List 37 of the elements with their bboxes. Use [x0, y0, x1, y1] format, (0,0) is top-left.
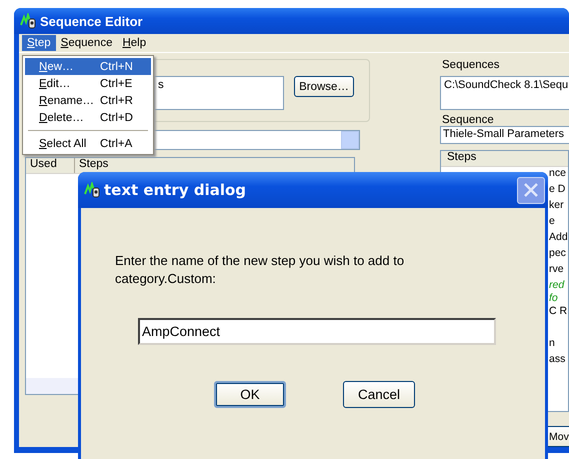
column-header[interactable]: Steps — [441, 151, 568, 167]
shortcut-label: Ctrl+N — [100, 60, 133, 72]
path-field[interactable]: C:\SoundCheck 8.1\Sequ — [440, 76, 569, 110]
close-icon — [522, 181, 540, 199]
app-icon — [84, 182, 100, 198]
close-button[interactable] — [517, 176, 545, 204]
menu-item-label: Delete… — [39, 112, 85, 124]
menu-item-label: Edit… — [39, 78, 72, 90]
sequence-field[interactable]: Thiele-Small Parameters — [440, 126, 569, 144]
shortcut-label: Ctrl+D — [100, 112, 133, 124]
field-label: Sequence — [441, 114, 495, 126]
menu-item[interactable]: Edit… Ctrl+E — [25, 75, 151, 92]
menu-item-label: Select All — [39, 138, 88, 150]
menu-item[interactable]: Rename… Ctrl+R — [25, 92, 151, 109]
shortcut-label: Ctrl+R — [100, 94, 133, 106]
column-header[interactable]: Steps — [75, 158, 354, 173]
ok-button[interactable]: OK — [214, 381, 286, 408]
menu-item-label: Rename… — [39, 94, 95, 106]
app-icon — [20, 13, 36, 29]
window-title: Sequence Editor — [40, 14, 143, 28]
name-input-field[interactable]: AmpConnect — [138, 318, 496, 345]
menu-item-label: New… — [39, 60, 75, 72]
menu-item[interactable]: Delete… Ctrl+D — [25, 109, 151, 126]
menu-item[interactable]: New… Ctrl+N — [25, 58, 151, 75]
browse-button[interactable]: Browse… — [294, 76, 354, 97]
menu-item[interactable]: Select All Ctrl+A — [25, 135, 151, 152]
field-label: Sequences — [441, 59, 501, 71]
path-field[interactable]: s — [154, 76, 284, 110]
cancel-button[interactable]: Cancel — [343, 381, 415, 408]
menu-bar-item[interactable]: Sequence — [56, 35, 118, 51]
shortcut-label: Ctrl+E — [100, 78, 132, 90]
dialog-title: text entry dialog — [104, 181, 248, 199]
shortcut-label: Ctrl+A — [100, 138, 132, 150]
menu-bar-item[interactable]: Step — [22, 35, 56, 51]
column-header[interactable]: Used — [26, 158, 75, 173]
menu-bar-item[interactable]: Help — [117, 35, 152, 51]
dialog-message: Enter the name of the new step you wish to add to category.Custom: — [115, 252, 406, 288]
